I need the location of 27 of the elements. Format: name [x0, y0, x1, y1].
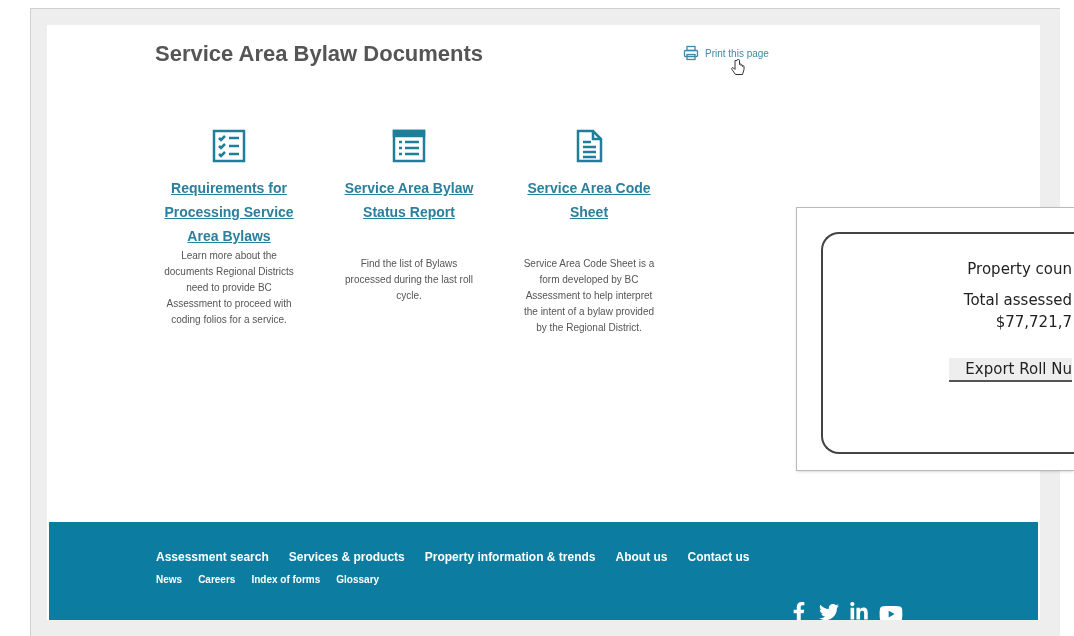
footer-link[interactable]: Property information & trends: [424, 548, 596, 566]
document-description: Find the list of Bylaws processed during the last roll cycle.: [344, 257, 474, 303]
popup-text: Total assessed: [963, 289, 1072, 311]
document-link[interactable]: Service Area Code Sheet: [514, 176, 664, 248]
document-link[interactable]: Requirements for Processing Service Area Bylaws: [154, 176, 304, 248]
print-link[interactable]: Print this page: [683, 45, 769, 61]
footer-link[interactable]: News: [156, 572, 183, 587]
footer-link[interactable]: Glossary: [336, 572, 380, 587]
footer-link[interactable]: Contact us: [687, 548, 750, 566]
footer-link[interactable]: About us: [615, 548, 668, 566]
document-link[interactable]: Service Area Bylaw Status Report: [334, 176, 484, 248]
hand-cursor-icon: [731, 59, 745, 77]
document-description: Service Area Code Sheet is a form developed by BC Assessment to help interpret the intent of a bylaw provided by the Regional District.: [522, 257, 656, 335]
footer-link[interactable]: Services & products: [288, 548, 405, 566]
footer-link[interactable]: Index of forms: [251, 572, 321, 587]
linkedin-icon[interactable]: [849, 602, 869, 620]
popup-text: Property coun: [967, 259, 1072, 280]
checklist-icon: [211, 128, 247, 164]
footer-link[interactable]: Assessment search: [156, 548, 269, 566]
printer-icon: [683, 45, 699, 61]
page-title: Service Area Bylaw Documents: [155, 40, 485, 68]
export-button[interactable]: Export Roll Nu: [949, 357, 1072, 382]
popup-text: $77,721,7: [995, 312, 1072, 333]
twitter-icon[interactable]: [819, 602, 839, 620]
list-icon: [391, 128, 427, 164]
footer-link[interactable]: Careers: [198, 572, 236, 587]
document-description: Learn more about the documents Regional Districts need to provide BC Assessment to proceed with coding folios for a service.: [163, 249, 295, 327]
